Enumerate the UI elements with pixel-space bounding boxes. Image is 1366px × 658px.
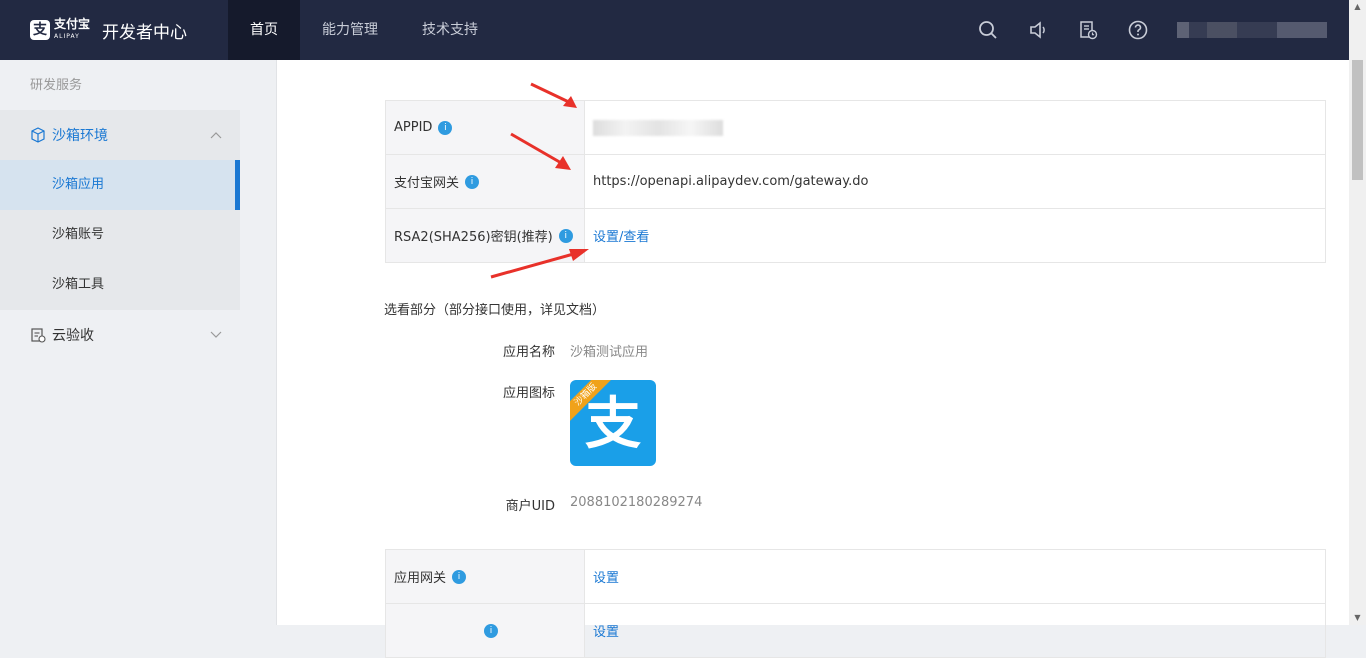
main-nav: 首页 能力管理 技术支持 — [228, 0, 500, 60]
chevron-up-icon — [210, 132, 222, 139]
page-scrollbar[interactable]: ▲ ▼ — [1349, 0, 1366, 625]
speaker-icon[interactable] — [1027, 19, 1049, 41]
nav-capability-management[interactable]: 能力管理 — [300, 0, 400, 60]
app-name-label: 应用名称 — [502, 345, 555, 360]
table-row: i 设置 — [386, 604, 1325, 657]
scroll-down-icon[interactable]: ▼ — [1349, 611, 1366, 625]
scroll-up-icon[interactable]: ▲ — [1349, 0, 1366, 14]
merchant-uid-label: 商户UID — [505, 499, 555, 514]
help-icon[interactable] — [1127, 19, 1149, 41]
nav-tech-support[interactable]: 技术支持 — [400, 0, 500, 60]
info-icon[interactable]: i — [438, 120, 453, 135]
app-gateway-label: 应用网关 — [394, 571, 447, 586]
table-row: 应用网关 i 设置 — [386, 550, 1325, 604]
sidebar-section-title: 研发服务 — [30, 78, 83, 93]
sidebar-item-sandbox-tools[interactable]: 沙箱工具 — [0, 260, 240, 310]
alipay-logo[interactable]: 支 支付宝 ALIPAY 开发者中心 — [30, 16, 188, 43]
rsa-key-setup-link[interactable]: 设置/查看 — [593, 226, 649, 245]
nav-home[interactable]: 首页 — [228, 0, 300, 60]
info-icon[interactable]: i — [484, 623, 498, 638]
red-arrow-rsa — [490, 249, 589, 279]
chevron-down-icon — [210, 331, 222, 338]
app-name-value: 沙箱测试应用 — [570, 345, 649, 360]
site-title: 开发者中心 — [102, 22, 188, 43]
cube-icon — [31, 127, 45, 143]
user-account-menu[interactable] — [1177, 22, 1327, 38]
sidebar-group2-label: 云验收 — [52, 328, 94, 344]
logo-text: 支付宝 — [54, 16, 91, 31]
sidebar-item-sandbox-account[interactable]: 沙箱账号 — [0, 210, 240, 260]
app-icon-label: 应用图标 — [502, 386, 555, 401]
app-icon-image: 支 沙箱版 — [570, 380, 656, 466]
info-icon[interactable]: i — [465, 174, 480, 189]
sidebar-group-cloud-acceptance[interactable]: 云验收 — [0, 310, 240, 360]
row2-setup-link[interactable]: 设置 — [593, 621, 619, 640]
sidebar-group-label: 沙箱环境 — [52, 128, 108, 144]
logo-subtext: ALIPAY — [54, 32, 80, 40]
appid-label: APPID — [394, 120, 433, 135]
scrollbar-thumb[interactable] — [1352, 60, 1363, 180]
header-actions — [977, 0, 1349, 60]
rsa-key-label: RSA2(SHA256)密钥(推荐) — [394, 230, 553, 245]
sidebar: 研发服务 沙箱环境 沙箱应用 沙箱账号 沙箱工具 云验收 — [0, 60, 240, 625]
extra-settings-table: 应用网关 i 设置 i 设置 — [385, 549, 1326, 658]
optional-section-title: 选看部分（部分接口使用，详见文档） — [384, 303, 606, 318]
basic-info-table: APPID i 支付宝网关 i https://openapi.alipaydev.… — [385, 100, 1326, 263]
gateway-label: 支付宝网关 — [394, 176, 460, 191]
document-clock-icon[interactable] — [1077, 19, 1099, 41]
red-arrow-gateway — [510, 132, 571, 170]
alipay-logo-icon: 支 — [30, 20, 50, 40]
top-bar: 支 支付宝 ALIPAY 开发者中心 首页 能力管理 技术支持 — [0, 0, 1349, 60]
search-icon[interactable] — [977, 19, 999, 41]
appid-value-redacted — [593, 119, 723, 136]
info-icon[interactable]: i — [452, 569, 467, 584]
gateway-value: https://openapi.alipaydev.com/gateway.do — [593, 174, 869, 189]
info-icon[interactable]: i — [558, 228, 573, 243]
clipboard-check-icon — [31, 328, 46, 343]
main-content: APPID i 支付宝网关 i https://openapi.alipaydev.… — [276, 60, 1350, 658]
red-arrow-appid — [530, 82, 577, 108]
sidebar-item-sandbox-app[interactable]: 沙箱应用 — [0, 160, 240, 210]
merchant-uid-value: 2088102180289274 — [570, 495, 703, 510]
sidebar-group-sandbox[interactable]: 沙箱环境 — [0, 110, 240, 160]
app-gateway-setup-link[interactable]: 设置 — [593, 567, 619, 586]
